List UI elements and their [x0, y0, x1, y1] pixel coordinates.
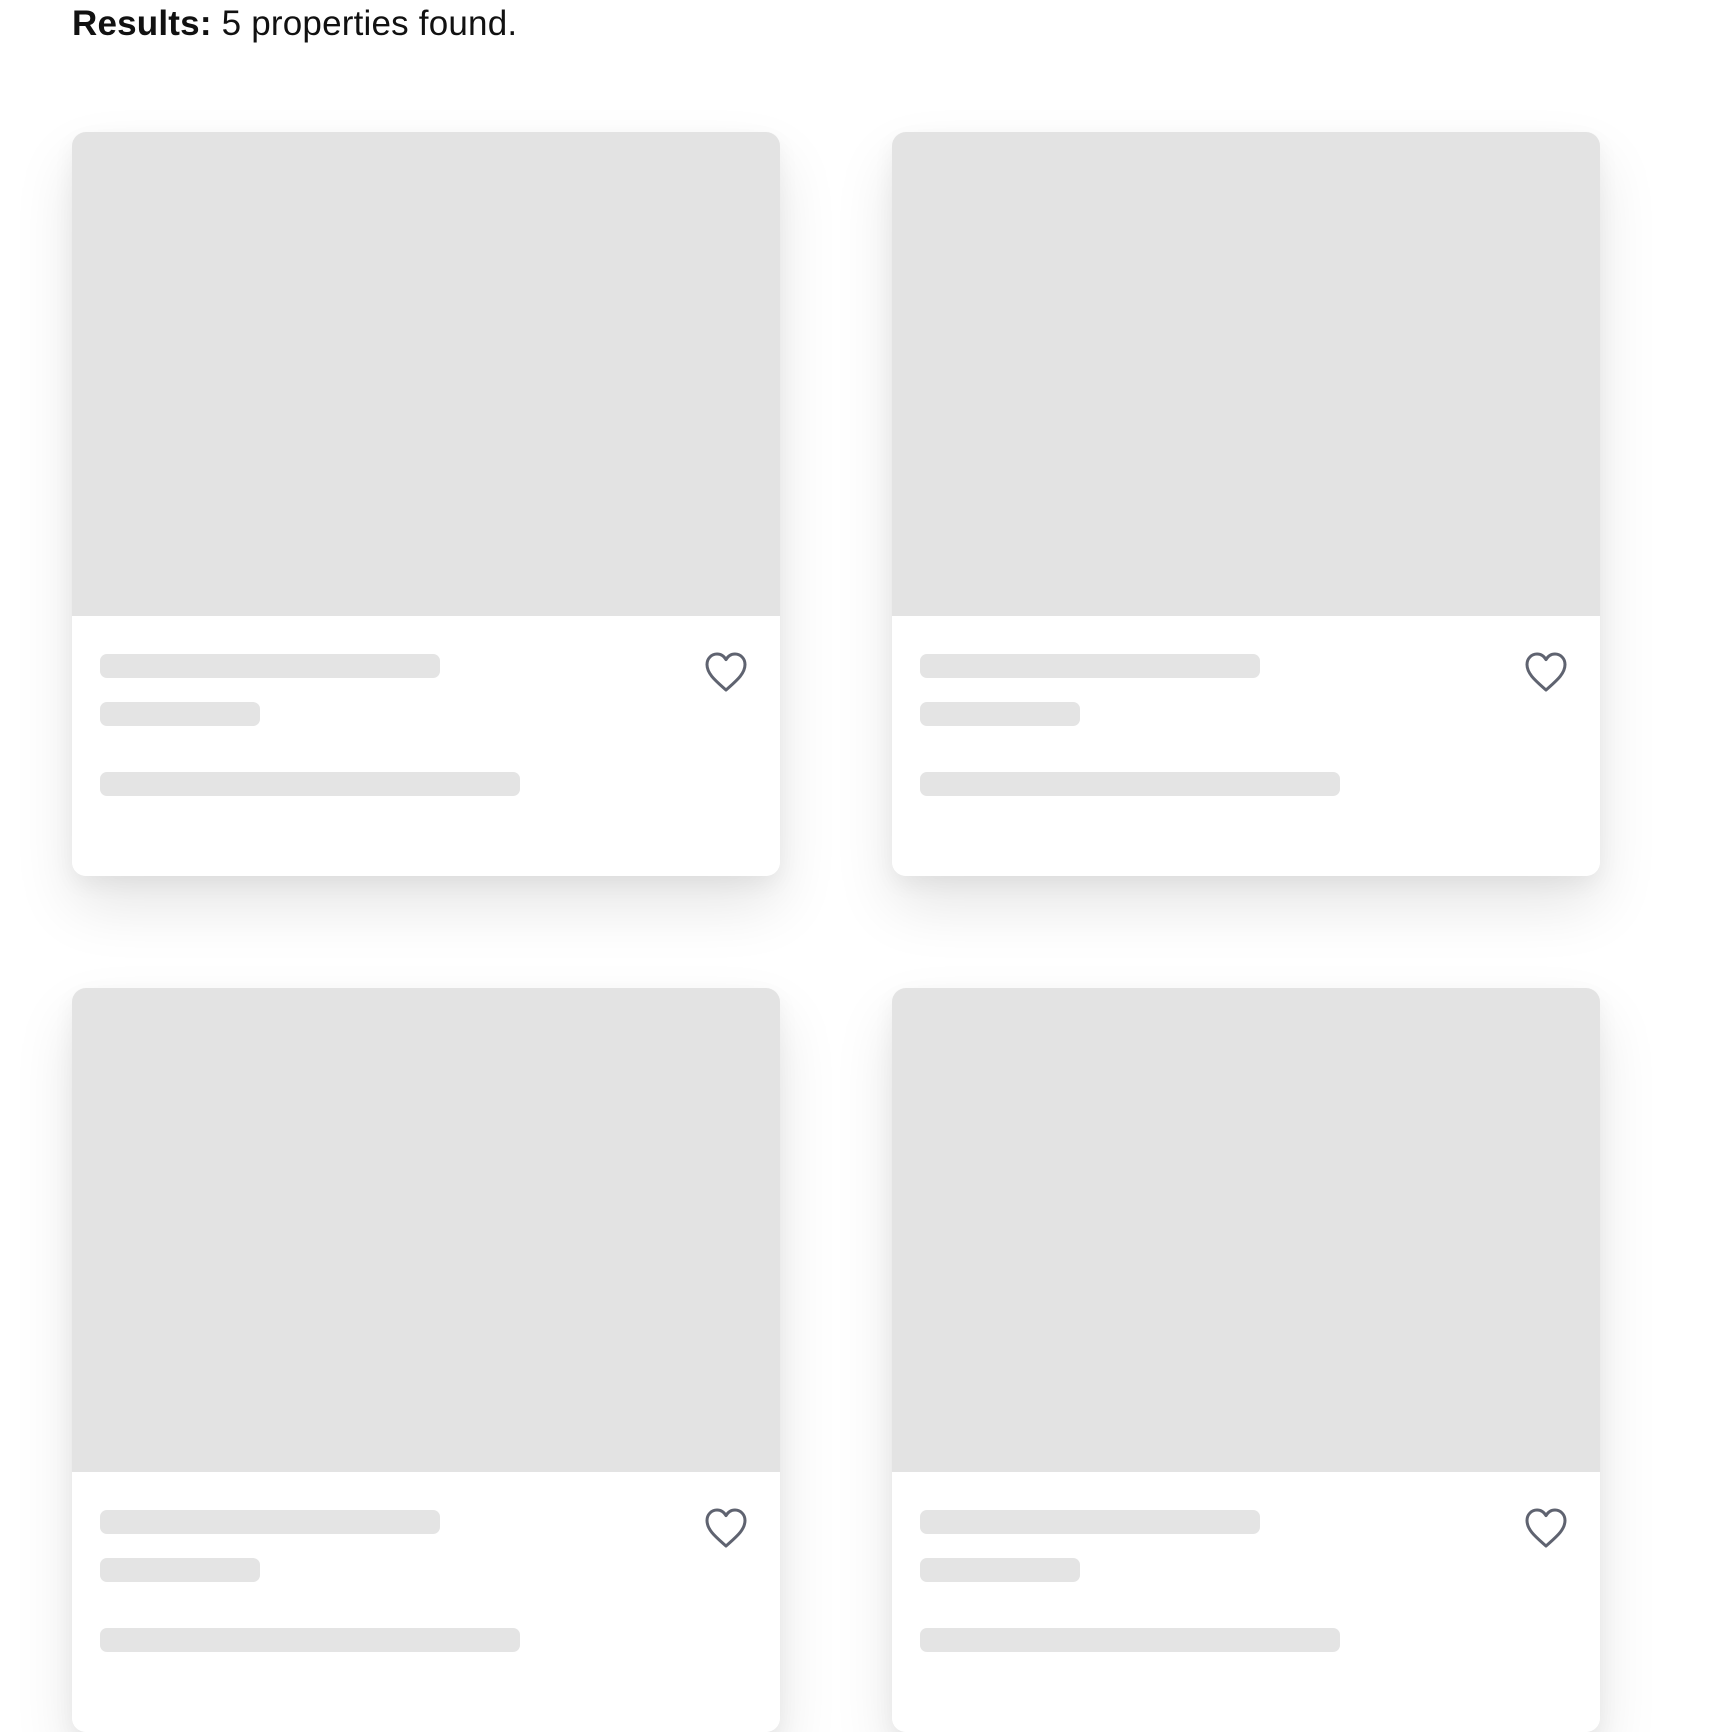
property-card-skeleton[interactable]	[72, 988, 780, 1732]
subtitle-placeholder	[100, 702, 260, 726]
title-placeholder	[920, 1510, 1260, 1534]
details-placeholder	[100, 1628, 520, 1652]
heart-outline-icon	[1525, 652, 1567, 692]
heart-outline-icon	[705, 652, 747, 692]
property-card-skeleton[interactable]	[72, 132, 780, 876]
details-placeholder	[920, 772, 1340, 796]
card-body	[892, 616, 1600, 876]
favorite-button[interactable]	[702, 1504, 750, 1552]
subtitle-placeholder	[100, 1558, 260, 1582]
property-grid	[72, 132, 1600, 1732]
favorite-button[interactable]	[1522, 648, 1570, 696]
image-placeholder	[892, 132, 1600, 616]
property-card-skeleton[interactable]	[892, 988, 1600, 1732]
subtitle-placeholder	[920, 702, 1080, 726]
card-body	[72, 616, 780, 876]
results-summary: Results: 5 properties found.	[72, 2, 517, 46]
property-card-skeleton[interactable]	[892, 132, 1600, 876]
title-placeholder	[100, 654, 440, 678]
favorite-button[interactable]	[702, 648, 750, 696]
details-placeholder	[100, 772, 520, 796]
heart-outline-icon	[1525, 1508, 1567, 1548]
image-placeholder	[72, 132, 780, 616]
title-placeholder	[920, 654, 1260, 678]
results-count-text: 5 properties found.	[221, 4, 518, 43]
card-body	[72, 1472, 780, 1732]
image-placeholder	[72, 988, 780, 1472]
results-label: Results:	[72, 4, 212, 43]
title-placeholder	[100, 1510, 440, 1534]
image-placeholder	[892, 988, 1600, 1472]
subtitle-placeholder	[920, 1558, 1080, 1582]
favorite-button[interactable]	[1522, 1504, 1570, 1552]
card-body	[892, 1472, 1600, 1732]
details-placeholder	[920, 1628, 1340, 1652]
heart-outline-icon	[705, 1508, 747, 1548]
